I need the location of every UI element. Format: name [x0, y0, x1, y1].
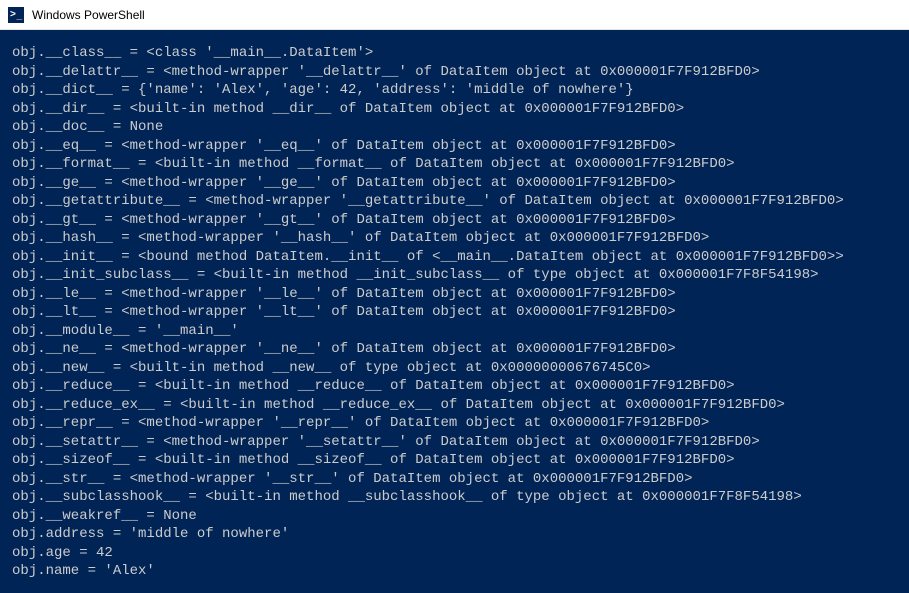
output-line: obj.__dict__ = {'name': 'Alex', 'age': 4… [12, 81, 897, 100]
output-line: obj.age = 42 [12, 544, 897, 563]
output-line: obj.__dir__ = <built-in method __dir__ o… [12, 100, 897, 119]
output-line: obj.__hash__ = <method-wrapper '__hash__… [12, 229, 897, 248]
output-line: obj.__ge__ = <method-wrapper '__ge__' of… [12, 174, 897, 193]
terminal-output[interactable]: obj.__class__ = <class '__main__.DataIte… [0, 30, 909, 593]
output-line: obj.__init_subclass__ = <built-in method… [12, 266, 897, 285]
output-line: obj.__setattr__ = <method-wrapper '__set… [12, 433, 897, 452]
output-line: obj.__reduce__ = <built-in method __redu… [12, 377, 897, 396]
output-line: obj.__ne__ = <method-wrapper '__ne__' of… [12, 340, 897, 359]
output-line: obj.__repr__ = <method-wrapper '__repr__… [12, 414, 897, 433]
output-line: obj.__class__ = <class '__main__.DataIte… [12, 44, 897, 63]
output-line: obj.__doc__ = None [12, 118, 897, 137]
output-line: obj.__delattr__ = <method-wrapper '__del… [12, 63, 897, 82]
output-line: obj.__str__ = <method-wrapper '__str__' … [12, 470, 897, 489]
titlebar[interactable]: Windows PowerShell [0, 0, 909, 30]
powershell-icon [8, 7, 24, 23]
output-line: obj.__module__ = '__main__' [12, 322, 897, 341]
output-line: obj.__format__ = <built-in method __form… [12, 155, 897, 174]
output-line: obj.__eq__ = <method-wrapper '__eq__' of… [12, 137, 897, 156]
output-line: obj.__getattribute__ = <method-wrapper '… [12, 192, 897, 211]
output-line: obj.__lt__ = <method-wrapper '__lt__' of… [12, 303, 897, 322]
output-line: obj.__subclasshook__ = <built-in method … [12, 488, 897, 507]
output-line: obj.__init__ = <bound method DataItem.__… [12, 248, 897, 267]
output-line: obj.__new__ = <built-in method __new__ o… [12, 359, 897, 378]
output-line: obj.__gt__ = <method-wrapper '__gt__' of… [12, 211, 897, 230]
output-line: obj.__reduce_ex__ = <built-in method __r… [12, 396, 897, 415]
output-line: obj.name = 'Alex' [12, 562, 897, 581]
output-line: obj.__sizeof__ = <built-in method __size… [12, 451, 897, 470]
output-line: obj.address = 'middle of nowhere' [12, 525, 897, 544]
window-title: Windows PowerShell [32, 8, 145, 22]
output-line: obj.__weakref__ = None [12, 507, 897, 526]
output-line: obj.__le__ = <method-wrapper '__le__' of… [12, 285, 897, 304]
